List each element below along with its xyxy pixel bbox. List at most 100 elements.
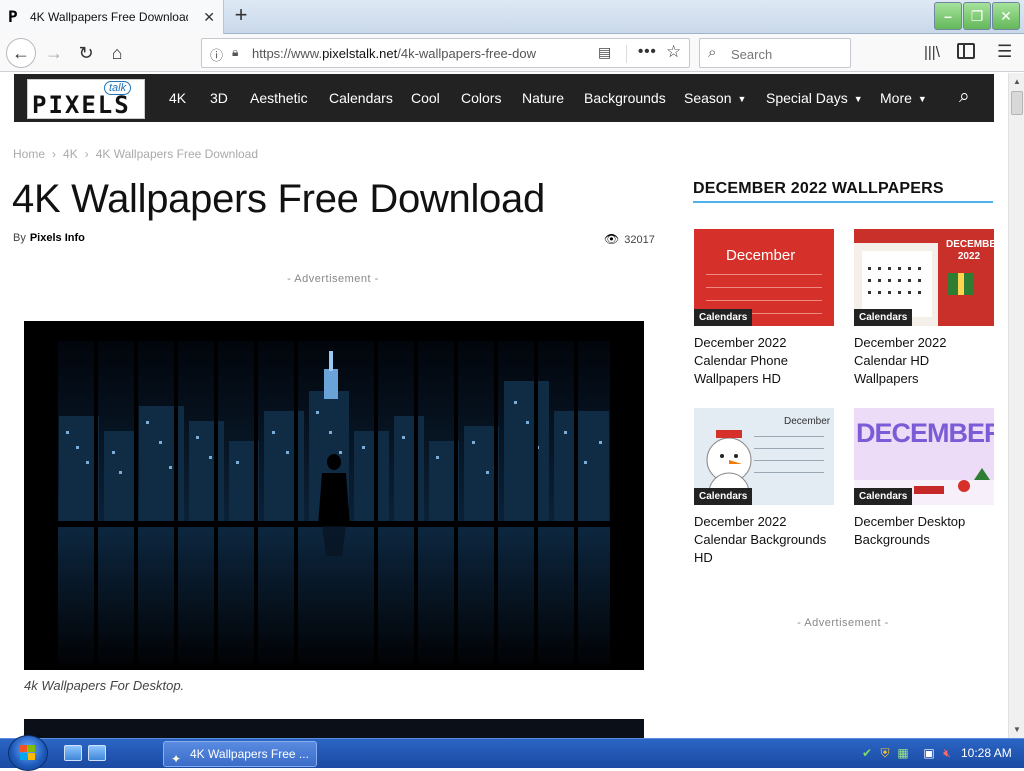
sidebar-toggle-icon[interactable] — [957, 43, 975, 59]
page-scrollbar[interactable]: ▲ ▼ — [1008, 73, 1024, 738]
site-search-icon[interactable]: ⌕ — [959, 86, 970, 108]
card-thumbnail[interactable]: December Calendars — [694, 408, 834, 505]
category-badge[interactable]: Calendars — [694, 488, 753, 505]
window-switcher-icon[interactable] — [88, 745, 106, 761]
firefox-icon: ✦ — [171, 752, 182, 766]
scroll-up-icon[interactable]: ▲ — [1013, 77, 1021, 86]
search-placeholder: Search — [731, 47, 773, 62]
city-night-illustration — [24, 321, 644, 670]
lock-icon[interactable]: 🔒︎ — [232, 45, 238, 60]
url-text[interactable]: https://www.pixelstalk.net/4k-wallpapers… — [252, 46, 562, 61]
site-logo[interactable]: PIXELS talk — [27, 79, 145, 119]
url-domain: pixelstalk.net — [322, 46, 398, 61]
chevron-down-icon: ▼ — [917, 94, 927, 104]
card-thumbnail[interactable]: DECEMBER 2022 Calendars — [854, 229, 994, 326]
search-bar[interactable]: ⌕ Search — [699, 38, 851, 68]
thumbnail-text: DECEMBER — [856, 418, 994, 448]
thumbnail-text: December — [784, 416, 831, 427]
author-link[interactable]: Pixels Info — [30, 232, 85, 244]
network-status-icon[interactable]: ▦ — [896, 746, 910, 760]
image-caption: 4k Wallpapers For Desktop. — [24, 678, 185, 693]
sidebar-title: DECEMBER 2022 WALLPAPERS — [693, 180, 944, 197]
tab-title: 4K Wallpapers Free Download - — [30, 10, 188, 24]
library-icon[interactable]: |||\ — [924, 44, 940, 61]
page-actions-icon[interactable]: ••• — [638, 43, 657, 60]
chevron-right-icon: › — [84, 147, 89, 161]
shield-icon[interactable]: ⛨ — [878, 746, 892, 760]
advertisement-label: - Advertisement - — [287, 273, 379, 285]
card-title[interactable]: December 2022 Calendar Backgrounds HD — [694, 513, 834, 567]
nav-item-backgrounds[interactable]: Backgrounds — [584, 90, 666, 106]
reload-button[interactable]: ↻ — [72, 40, 100, 66]
nav-item-nature[interactable]: Nature — [522, 90, 564, 106]
sidebar-card[interactable]: December Calendars December 2022 Calenda… — [694, 229, 834, 388]
nav-item-special-days[interactable]: Special Days ▼ — [766, 90, 863, 106]
breadcrumb: Home › 4K › 4K Wallpapers Free Download — [13, 147, 258, 161]
bookmark-star-icon[interactable]: ☆ — [666, 42, 681, 62]
back-button[interactable]: ← — [6, 38, 36, 68]
scroll-down-icon[interactable]: ▼ — [1013, 725, 1021, 734]
menu-icon[interactable]: ☰ — [997, 42, 1012, 62]
thumbnail-text: DECEMBER 2022 — [946, 239, 994, 262]
nav-item-3d[interactable]: 3D — [210, 90, 228, 106]
nav-item-cool[interactable]: Cool — [411, 90, 440, 106]
new-tab-button[interactable]: + — [229, 4, 253, 28]
divider — [626, 45, 627, 63]
sidebar-card[interactable]: DECEMBER 2022 Calendars December 2022 Ca… — [854, 229, 994, 388]
category-badge[interactable]: Calendars — [854, 309, 913, 326]
nav-item-season[interactable]: Season ▼ — [684, 90, 746, 106]
nav-item-special-days-label: Special Days — [766, 90, 848, 106]
sidebar-card[interactable]: December Calendars December 2022 Calenda… — [694, 408, 834, 567]
logo-text: PIXELS — [32, 91, 131, 119]
show-desktop-icon[interactable] — [64, 745, 82, 761]
browser-tab[interactable]: P 4K Wallpapers Free Download - ✕ — [0, 0, 224, 34]
chevron-down-icon: ▼ — [737, 94, 747, 104]
breadcrumb-4k[interactable]: 4K — [63, 147, 78, 161]
category-badge[interactable]: Calendars — [854, 488, 913, 505]
card-thumbnail[interactable]: December Calendars — [694, 229, 834, 326]
close-tab-icon[interactable]: ✕ — [203, 9, 215, 26]
site-favicon-icon: P — [8, 7, 18, 26]
byline: By Pixels Info — [13, 232, 85, 244]
home-button[interactable]: ⌂ — [103, 40, 131, 66]
nav-item-aesthetic[interactable]: Aesthetic — [250, 90, 308, 106]
card-title[interactable]: December 2022 Calendar HD Wallpapers — [854, 334, 994, 388]
nav-item-more[interactable]: More ▼ — [880, 90, 927, 106]
site-navigation: PIXELS talk 4K 3D Aesthetic Calendars Co… — [14, 74, 994, 122]
taskbar-window-button[interactable]: ✦ 4K Wallpapers Free ... — [163, 741, 317, 767]
card-title[interactable]: December 2022 Calendar Phone Wallpapers … — [694, 334, 834, 388]
card-title[interactable]: December Desktop Backgrounds — [854, 513, 994, 549]
reader-view-icon[interactable]: ▤ — [598, 44, 611, 61]
volume-muted-icon[interactable]: 🔇︎ — [940, 746, 954, 760]
forward-button[interactable]: → — [40, 40, 68, 66]
second-image[interactable] — [24, 719, 644, 738]
window-minimize-button[interactable]: – — [934, 2, 962, 30]
window-close-button[interactable]: ✕ — [992, 2, 1020, 30]
address-bar[interactable]: ⓘ 🔒︎ https://www.pixelstalk.net/4k-wallp… — [201, 38, 690, 68]
nav-item-4k[interactable]: 4K — [169, 90, 186, 106]
clock[interactable]: 10:28 AM — [961, 746, 1012, 760]
web-page: PIXELS talk 4K 3D Aesthetic Calendars Co… — [0, 73, 1008, 738]
category-badge[interactable]: Calendars — [694, 309, 753, 326]
security-check-icon[interactable]: ✔ — [860, 746, 874, 760]
thumbnail-text: December — [726, 247, 796, 264]
breadcrumb-home[interactable]: Home — [13, 147, 45, 161]
site-info-icon[interactable]: ⓘ — [210, 45, 223, 64]
nav-item-calendars[interactable]: Calendars — [329, 90, 393, 106]
taskbar-window-label: 4K Wallpapers Free ... — [190, 747, 309, 761]
chevron-right-icon: › — [52, 147, 57, 161]
nav-item-more-label: More — [880, 90, 912, 106]
nav-item-colors[interactable]: Colors — [461, 90, 501, 106]
windows-logo-icon — [20, 745, 36, 761]
display-icon[interactable]: ▣ — [922, 746, 936, 760]
start-button[interactable] — [8, 735, 48, 771]
chevron-down-icon: ▼ — [853, 94, 863, 104]
sidebar-card[interactable]: DECEMBER Calendars December Desktop Back… — [854, 408, 994, 549]
hero-image[interactable] — [24, 321, 644, 670]
advertisement-label: - Advertisement - — [797, 617, 889, 629]
window-maximize-button[interactable]: ❐ — [963, 2, 991, 30]
scrollbar-thumb[interactable] — [1011, 91, 1023, 115]
eye-icon: 👁︎ — [604, 232, 620, 246]
view-count: 👁︎ 32017 — [604, 232, 655, 246]
card-thumbnail[interactable]: DECEMBER Calendars — [854, 408, 994, 505]
